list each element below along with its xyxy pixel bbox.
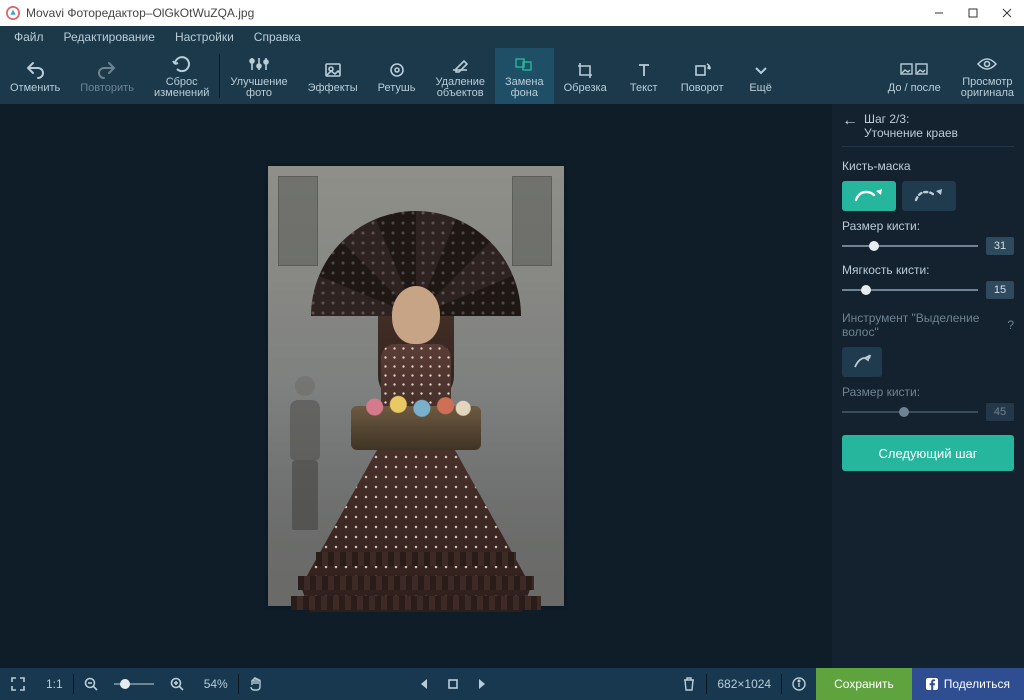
- zoom-slider[interactable]: [114, 683, 154, 685]
- menu-edit[interactable]: Редактирование: [54, 26, 165, 48]
- bottom-bar: 1:1 54% 682×1024 Сохранить Поделиться: [0, 668, 1024, 700]
- window-titlebar: Movavi Фоторедактор – OlGkOtWuZQA.jpg: [0, 0, 1024, 26]
- effects-icon: [323, 59, 343, 81]
- crop-icon: [575, 59, 595, 81]
- hair-brush-icon: [852, 354, 872, 370]
- zoom-percent: 54%: [194, 668, 238, 700]
- image-nav: [419, 678, 487, 690]
- document-filename: OlGkOtWuZQA.jpg: [152, 6, 254, 20]
- retouch-icon: [387, 59, 407, 81]
- share-button[interactable]: Поделиться: [912, 668, 1024, 700]
- hair-brush-size-value: 45: [986, 403, 1014, 421]
- canvas-area[interactable]: [0, 104, 832, 668]
- menu-bar: Файл Редактирование Настройки Справка: [0, 26, 1024, 48]
- zoom-out-icon: [84, 677, 98, 691]
- text-button[interactable]: Текст: [617, 48, 671, 104]
- main-toolbar: Отменить Повторить Сбросизменений Улучше…: [0, 48, 1024, 104]
- redo-button[interactable]: Повторить: [70, 48, 144, 104]
- image-info-button[interactable]: [782, 668, 816, 700]
- next-step-button[interactable]: Следующий шаг: [842, 435, 1014, 471]
- more-button[interactable]: Ещё: [734, 48, 788, 104]
- before-after-button[interactable]: До / после: [878, 48, 951, 104]
- view-original-button[interactable]: Просмотроригинала: [951, 48, 1024, 104]
- image-dimensions: 682×1024: [707, 668, 781, 700]
- hair-brush-size-slider: [842, 405, 978, 419]
- brush-softness-slider[interactable]: [842, 283, 978, 297]
- triangle-right-icon: [477, 678, 487, 690]
- brush-size-slider[interactable]: [842, 239, 978, 253]
- window-maximize-button[interactable]: [956, 0, 990, 26]
- trash-icon: [682, 676, 696, 692]
- delete-button[interactable]: [672, 668, 706, 700]
- app-logo-icon: [6, 6, 20, 20]
- triangle-left-icon: [419, 678, 429, 690]
- square-icon: [447, 678, 459, 690]
- hair-tool-label: Инструмент "Выделение волос": [842, 311, 1001, 339]
- fit-screen-button[interactable]: [0, 668, 36, 700]
- brush-mask-label: Кисть-маска: [842, 159, 1014, 173]
- save-button[interactable]: Сохранить: [816, 668, 912, 700]
- actual-size-button[interactable]: 1:1: [36, 668, 73, 700]
- brush-subtract-icon: [912, 188, 946, 204]
- undo-icon: [24, 59, 46, 81]
- brush-add-icon: [852, 188, 886, 204]
- brush-size-value: 31: [986, 237, 1014, 255]
- window-close-button[interactable]: [990, 0, 1024, 26]
- zoom-out-button[interactable]: [74, 668, 108, 700]
- brush-softness-value: 15: [986, 281, 1014, 299]
- edited-photo: [268, 166, 564, 606]
- menu-settings[interactable]: Настройки: [165, 26, 244, 48]
- eraser-icon: [450, 53, 470, 75]
- brush-size-label: Размер кисти:: [842, 219, 1014, 233]
- hair-tool-help[interactable]: ?: [1007, 318, 1014, 332]
- chevron-down-icon: [754, 59, 768, 81]
- bg-pedestrian: [282, 376, 328, 536]
- reset-changes-button[interactable]: Сбросизменений: [144, 48, 219, 104]
- brush-subtract-button[interactable]: [902, 181, 956, 211]
- side-panel: ← Шаг 2/3:Уточнение краев Кисть-маска Ра…: [832, 104, 1024, 668]
- undo-button[interactable]: Отменить: [0, 48, 70, 104]
- effects-button[interactable]: Эффекты: [298, 48, 368, 104]
- prev-image-button[interactable]: [419, 678, 429, 690]
- rotate-icon: [692, 59, 712, 81]
- rotate-button[interactable]: Поворот: [671, 48, 734, 104]
- pan-hand-button[interactable]: [239, 668, 273, 700]
- window-minimize-button[interactable]: [922, 0, 956, 26]
- info-icon: [792, 677, 806, 691]
- play-button[interactable]: [447, 678, 459, 690]
- menu-help[interactable]: Справка: [244, 26, 311, 48]
- menu-file[interactable]: Файл: [4, 26, 54, 48]
- retouch-button[interactable]: Ретушь: [368, 48, 426, 104]
- facebook-icon: [926, 678, 938, 690]
- enhance-button[interactable]: Улучшениефото: [220, 48, 297, 104]
- app-title: Movavi Фоторедактор: [26, 6, 146, 20]
- before-after-icon: [900, 59, 928, 81]
- enhance-icon: [248, 53, 270, 75]
- eye-icon: [976, 53, 998, 75]
- hair-tool-button[interactable]: [842, 347, 882, 377]
- step-title: Шаг 2/3:Уточнение краев: [864, 112, 958, 140]
- title-sep: –: [146, 6, 153, 20]
- next-image-button[interactable]: [477, 678, 487, 690]
- hand-icon: [249, 676, 263, 692]
- object-removal-button[interactable]: Удалениеобъектов: [425, 48, 495, 104]
- crop-button[interactable]: Обрезка: [554, 48, 617, 104]
- brush-softness-label: Мягкость кисти:: [842, 263, 1014, 277]
- zoom-in-icon: [170, 677, 184, 691]
- background-swap-icon: [514, 53, 534, 75]
- reset-icon: [172, 53, 192, 75]
- zoom-in-button[interactable]: [160, 668, 194, 700]
- background-swap-button[interactable]: Заменафона: [495, 48, 554, 104]
- step-back-button[interactable]: ←: [842, 112, 858, 128]
- hair-brush-size-label: Размер кисти:: [842, 385, 1014, 399]
- brush-add-button[interactable]: [842, 181, 896, 211]
- fullscreen-icon: [10, 676, 26, 692]
- redo-icon: [96, 59, 118, 81]
- text-icon: [634, 59, 654, 81]
